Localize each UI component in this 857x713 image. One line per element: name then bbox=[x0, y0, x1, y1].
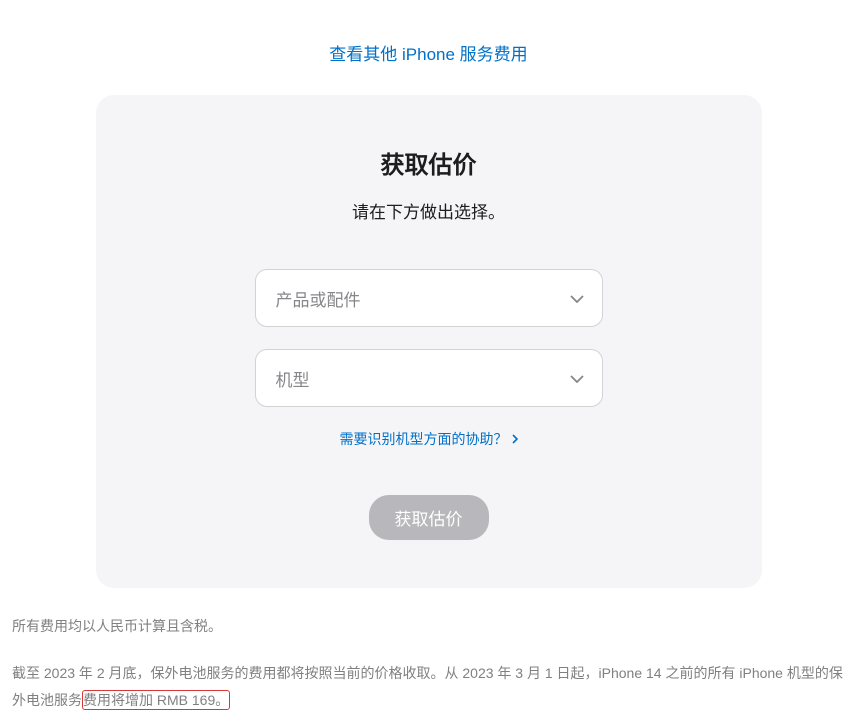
get-estimate-button[interactable]: 获取估价 bbox=[369, 495, 489, 540]
card-subtitle: 请在下方做出选择。 bbox=[136, 198, 722, 223]
help-link-label: 需要识别机型方面的协助？ bbox=[340, 429, 508, 449]
product-select[interactable]: 产品或配件 bbox=[255, 269, 603, 327]
card-title: 获取估价 bbox=[136, 145, 722, 180]
model-select-wrapper: 机型 bbox=[255, 349, 603, 407]
chevron-right-icon bbox=[512, 431, 518, 447]
chevron-down-icon bbox=[570, 368, 584, 388]
estimate-card: 获取估价 请在下方做出选择。 产品或配件 机型 bbox=[96, 95, 762, 588]
top-link-wrapper: 查看其他 iPhone 服务费用 bbox=[0, 0, 857, 95]
footer-notes: 所有费用均以人民币计算且含税。 截至 2023 年 2 月底，保外电池服务的费用… bbox=[0, 588, 857, 713]
product-select-placeholder: 产品或配件 bbox=[276, 286, 361, 311]
chevron-down-icon bbox=[570, 288, 584, 308]
other-services-link[interactable]: 查看其他 iPhone 服务费用 bbox=[329, 45, 527, 64]
help-link-wrapper: 需要识别机型方面的协助？ bbox=[136, 429, 722, 449]
footer-notice-highlight: 费用将增加 RMB 169。 bbox=[82, 690, 230, 710]
footer-tax-note: 所有费用均以人民币计算且含税。 bbox=[12, 616, 845, 636]
model-select[interactable]: 机型 bbox=[255, 349, 603, 407]
identify-model-help-link[interactable]: 需要识别机型方面的协助？ bbox=[340, 429, 518, 449]
footer-price-notice: 截至 2023 年 2 月底，保外电池服务的费用都将按照当前的价格收取。从 20… bbox=[12, 660, 845, 713]
product-select-wrapper: 产品或配件 bbox=[255, 269, 603, 327]
model-select-placeholder: 机型 bbox=[276, 366, 310, 391]
